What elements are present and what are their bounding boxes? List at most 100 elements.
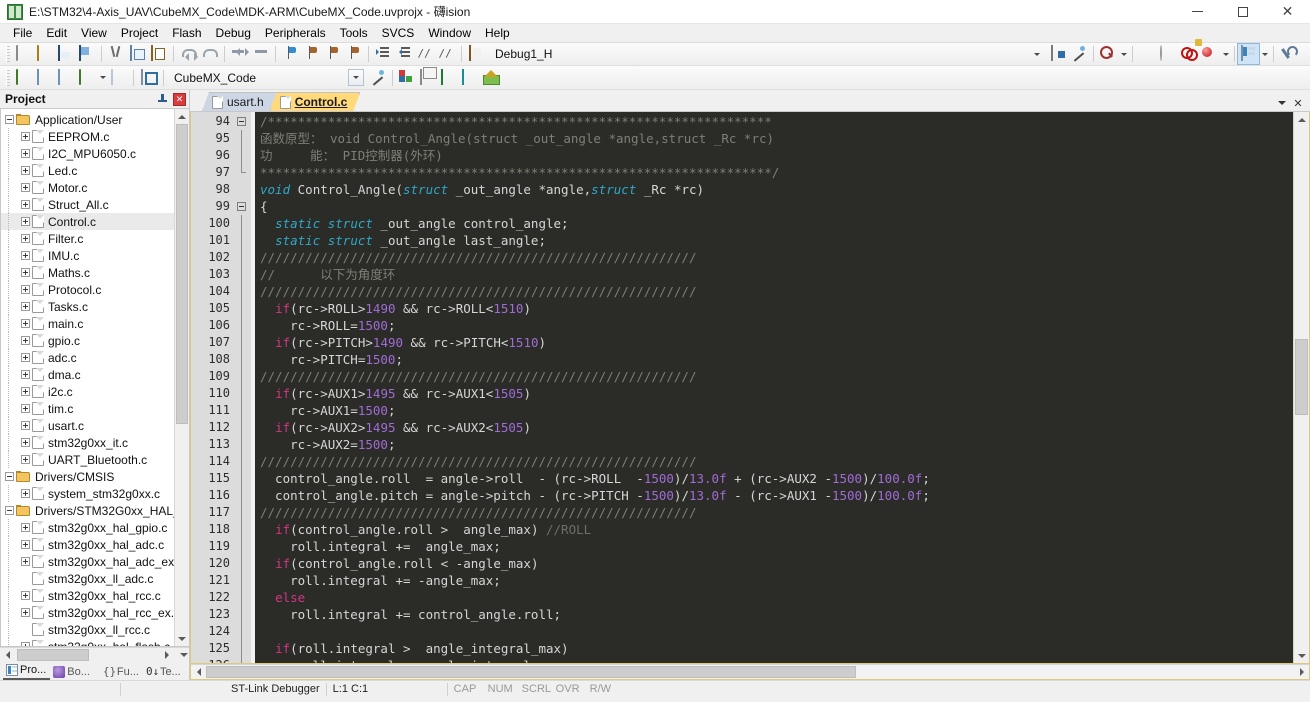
expand-icon[interactable] <box>19 453 32 466</box>
code-line-108[interactable]: rc->PITCH=1500; <box>255 351 1293 368</box>
menu-edit[interactable]: Edit <box>39 25 74 41</box>
hscroll-thumb[interactable] <box>206 666 856 678</box>
code-line-115[interactable]: control_angle.roll = angle->roll - (rc->… <box>255 470 1293 487</box>
code-line-110[interactable]: if(rc->AUX1>1495 && rc->AUX1<1505) <box>255 385 1293 402</box>
scroll-right-button[interactable] <box>1294 665 1309 679</box>
maximize-button[interactable] <box>1220 0 1265 24</box>
code-line-99[interactable]: { <box>255 198 1293 215</box>
code-line-119[interactable]: roll.integral += angle_max; <box>255 538 1293 555</box>
code-line-100[interactable]: static struct _out_angle control_angle; <box>255 215 1293 232</box>
bookmark-prev-button[interactable] <box>301 44 322 64</box>
new-file-button[interactable] <box>13 44 34 64</box>
expand-icon[interactable] <box>19 300 32 313</box>
tree-group-0[interactable]: Application/User <box>1 111 174 128</box>
breakpoint-dropdown-button[interactable] <box>1220 45 1231 63</box>
code-line-114[interactable]: ////////////////////////////////////////… <box>255 453 1293 470</box>
navigate-forward-button[interactable] <box>250 44 271 64</box>
expand-icon[interactable] <box>19 232 32 245</box>
tab-templates[interactable]: 0↓ Te... <box>143 665 185 680</box>
paste-button[interactable] <box>148 44 169 64</box>
expand-icon[interactable] <box>19 419 32 432</box>
tree-file-15[interactable]: dma.c <box>1 366 174 383</box>
stop-build-button[interactable] <box>108 68 129 88</box>
tree-file-4[interactable]: Motor.c <box>1 179 174 196</box>
expand-icon[interactable] <box>19 130 32 143</box>
expand-icon[interactable] <box>19 385 32 398</box>
expand-icon[interactable] <box>19 589 32 602</box>
tree-file-1[interactable]: EEPROM.c <box>1 128 174 145</box>
target-options-wand-button[interactable] <box>368 68 389 88</box>
scroll-left-button[interactable] <box>191 665 206 679</box>
menu-flash[interactable]: Flash <box>165 25 208 41</box>
hscroll-track[interactable] <box>206 665 1294 679</box>
project-panel-pin-button[interactable] <box>155 92 170 107</box>
pack-installer-cyan-button[interactable] <box>459 68 480 88</box>
tree-file-14[interactable]: adc.c <box>1 349 174 366</box>
window-layout-dropdown-button[interactable] <box>1259 45 1270 63</box>
batch-build-button[interactable] <box>76 68 97 88</box>
toolbar-grip[interactable] <box>6 46 10 62</box>
expand-icon[interactable] <box>19 555 32 568</box>
code-line-124[interactable] <box>255 623 1293 640</box>
code-line-122[interactable]: else <box>255 589 1293 606</box>
uncomment-button[interactable]: // <box>436 44 457 64</box>
tree-file-27[interactable]: stm32g0xx_ll_adc.c <box>1 570 174 587</box>
minimize-button[interactable] <box>1175 0 1220 24</box>
menu-window[interactable]: Window <box>421 25 478 41</box>
expand-icon[interactable] <box>19 402 32 415</box>
vscroll-track[interactable] <box>1294 127 1309 648</box>
tree-file-31[interactable]: stm32g0xx_hal_flash.c <box>1 638 174 646</box>
tree-group-21[interactable]: Drivers/CMSIS <box>1 468 174 485</box>
code-line-121[interactable]: roll.integral += -angle_max; <box>255 572 1293 589</box>
tree-file-3[interactable]: Led.c <box>1 162 174 179</box>
tree-file-18[interactable]: usart.c <box>1 417 174 434</box>
scroll-down-corner-button[interactable] <box>174 648 189 662</box>
bookmark-clear-button[interactable] <box>343 44 364 64</box>
expand-icon[interactable] <box>19 198 32 211</box>
code-folding-column[interactable] <box>235 112 251 663</box>
copy-button[interactable] <box>127 44 148 64</box>
scroll-up-button[interactable] <box>1294 112 1309 127</box>
manage-components-button[interactable] <box>1069 44 1090 64</box>
expand-icon[interactable] <box>19 215 32 228</box>
document-tab-usart-h[interactable]: usart.h <box>202 92 277 111</box>
tree-file-20[interactable]: UART_Bluetooth.c <box>1 451 174 468</box>
tree-file-7[interactable]: Filter.c <box>1 230 174 247</box>
menu-help[interactable]: Help <box>478 25 517 41</box>
fold-marker-94[interactable] <box>235 113 251 130</box>
code-line-95[interactable]: 函数原型： void Control_Angle(struct _out_ang… <box>255 130 1293 147</box>
project-tree-hscrollbar[interactable] <box>0 647 189 662</box>
open-debug-file-button[interactable] <box>466 44 487 64</box>
tree-group-23[interactable]: Drivers/STM32G0xx_HAL_Drive <box>1 502 174 519</box>
collapse-icon[interactable] <box>3 113 16 126</box>
code-line-111[interactable]: rc->AUX1=1500; <box>255 402 1293 419</box>
indent-button[interactable] <box>373 44 394 64</box>
menu-tools[interactable]: Tools <box>333 25 375 41</box>
expand-icon[interactable] <box>19 334 32 347</box>
build-button[interactable] <box>34 68 55 88</box>
close-button[interactable]: ✕ <box>1265 0 1310 24</box>
code-line-118[interactable]: if(control_angle.roll > angle_max) //ROL… <box>255 521 1293 538</box>
expand-icon[interactable] <box>19 521 32 534</box>
vscroll-track[interactable] <box>175 124 189 631</box>
code-line-113[interactable]: rc->AUX2=1500; <box>255 436 1293 453</box>
tree-file-5[interactable]: Struct_All.c <box>1 196 174 213</box>
code-scroll-area[interactable]: 94 95 96 97 98 99 100 101 102 103 104 105 106 107 108 1… <box>191 112 1293 663</box>
translate-button[interactable] <box>13 68 34 88</box>
pack-installer-green-button[interactable] <box>438 68 459 88</box>
find-in-files-button[interactable] <box>1097 44 1118 64</box>
expand-icon[interactable] <box>19 249 32 262</box>
vscroll-thumb[interactable] <box>1295 339 1308 415</box>
expand-icon[interactable] <box>19 487 32 500</box>
tree-file-30[interactable]: stm32g0xx_ll_rcc.c <box>1 621 174 638</box>
tree-file-10[interactable]: Protocol.c <box>1 281 174 298</box>
hscroll-track[interactable] <box>15 648 159 662</box>
outdent-button[interactable] <box>394 44 415 64</box>
tree-file-19[interactable]: stm32g0xx_it.c <box>1 434 174 451</box>
pack-installer-button[interactable] <box>480 68 501 88</box>
tree-file-9[interactable]: Maths.c <box>1 264 174 281</box>
scroll-down-button[interactable] <box>175 631 189 646</box>
code-line-112[interactable]: if(rc->AUX2>1495 && rc->AUX2<1505) <box>255 419 1293 436</box>
tab-books[interactable]: Bo... <box>50 665 94 680</box>
tree-file-26[interactable]: stm32g0xx_hal_adc_ex.c <box>1 553 174 570</box>
